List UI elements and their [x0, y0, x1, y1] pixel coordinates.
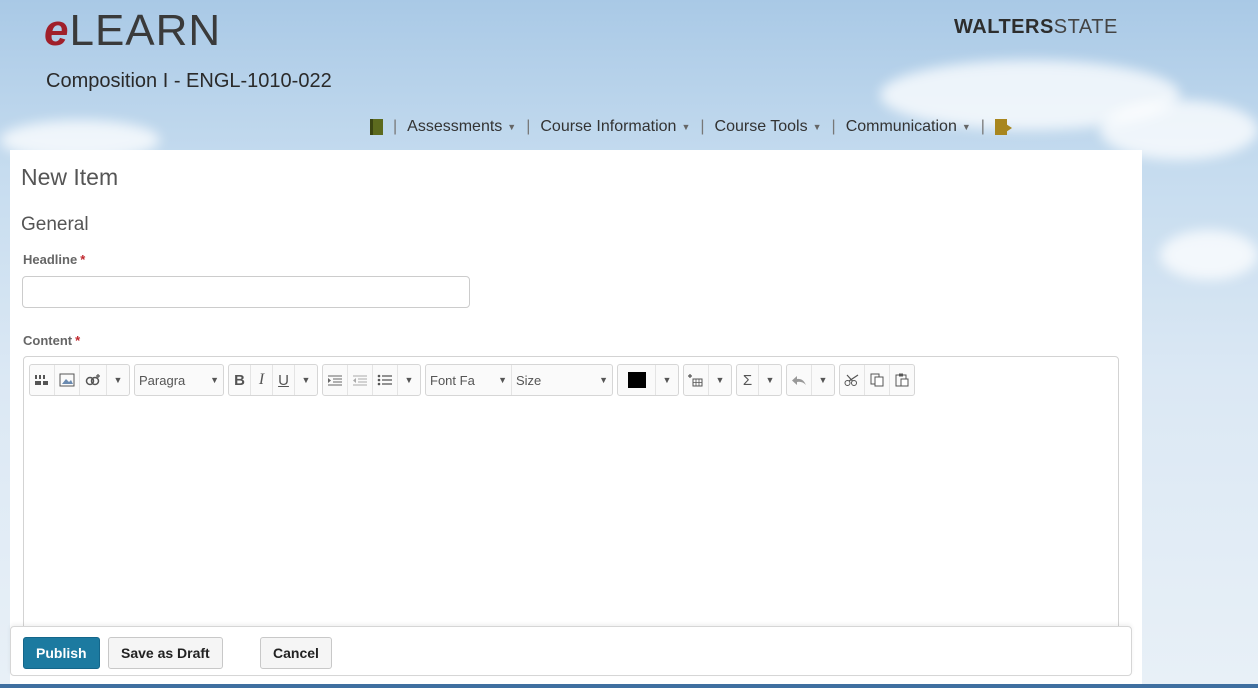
font-family-select[interactable]: Font Fa ▼ [426, 365, 512, 395]
publish-button[interactable]: Publish [23, 637, 100, 669]
undo-button[interactable] [787, 365, 812, 395]
course-title[interactable]: Composition I - ENGL-1010-022 [46, 70, 332, 93]
nav-communication[interactable]: Communication ▼ [846, 118, 971, 136]
headline-input[interactable] [22, 276, 470, 308]
site-header: eLEARN Composition I - ENGL-1010-022 WAL… [0, 0, 1258, 150]
elearn-logo[interactable]: eLEARN [44, 6, 221, 56]
book-icon[interactable] [370, 119, 383, 135]
nav-course-information[interactable]: Course Information ▼ [540, 118, 690, 136]
page-title: New Item [21, 164, 119, 190]
content-editor: ▼ Paragra ▼ B I U ▼ ▼ Font Fa ▼ Size ▼ ▼… [23, 356, 1119, 646]
insert-image-button[interactable] [55, 365, 80, 395]
table-group: ▼ [683, 364, 732, 396]
undo-group: ▼ [786, 364, 835, 396]
outdent-icon [353, 375, 367, 386]
equation-button[interactable]: Σ [737, 365, 759, 395]
chevron-down-icon: ▼ [404, 375, 414, 385]
color-swatch [627, 372, 646, 388]
chevron-down-icon: ▼ [961, 122, 971, 132]
list-dropdown[interactable]: ▼ [398, 365, 420, 395]
text-color-button[interactable] [618, 365, 656, 395]
chevron-down-icon: ▼ [301, 375, 311, 385]
main-panel: New Item General Headline * Content * ▼ Pa… [10, 150, 1142, 688]
insert-link-button[interactable] [80, 365, 107, 395]
copy-button[interactable] [865, 365, 890, 395]
color-dropdown[interactable]: ▼ [656, 365, 678, 395]
color-group: ▼ [617, 364, 679, 396]
bullet-list-button[interactable] [373, 365, 398, 395]
chevron-down-icon: ▼ [498, 375, 507, 385]
chevron-down-icon: ▼ [507, 122, 517, 132]
cloud-decoration [1160, 230, 1258, 280]
equation-group: Σ ▼ [736, 364, 782, 396]
chevron-down-icon: ▼ [599, 375, 608, 385]
taskbar-edge [0, 684, 1258, 688]
link-icon [85, 374, 100, 386]
indent-icon [328, 375, 342, 386]
cancel-button[interactable]: Cancel [260, 637, 332, 669]
font-group: Font Fa ▼ Size ▼ [425, 364, 613, 396]
save-draft-button[interactable]: Save as Draft [108, 637, 223, 669]
editor-content-area[interactable] [24, 401, 1118, 641]
headline-label: Headline * [23, 252, 86, 267]
chevron-down-icon: ▼ [812, 122, 822, 132]
bold-button[interactable]: B [229, 365, 251, 395]
paste-icon [895, 373, 909, 387]
nav-course-tools[interactable]: Course Tools ▼ [715, 118, 822, 136]
list-group: ▼ [322, 364, 421, 396]
underline-button[interactable]: U [273, 365, 295, 395]
cut-button[interactable] [840, 365, 865, 395]
paste-button[interactable] [890, 365, 914, 395]
paragraph-select[interactable]: Paragra ▼ [135, 365, 223, 395]
editor-toolbar: ▼ Paragra ▼ B I U ▼ ▼ Font Fa ▼ Size ▼ ▼… [29, 363, 919, 397]
insert-stuff-icon [35, 375, 48, 385]
chevron-down-icon: ▼ [818, 375, 828, 385]
insert-table-button[interactable] [684, 365, 709, 395]
clipboard-group [839, 364, 915, 396]
table-dropdown[interactable]: ▼ [709, 365, 731, 395]
chevron-down-icon: ▼ [210, 375, 219, 385]
chevron-down-icon: ▼ [662, 375, 672, 385]
action-bar: Publish Save as Draft Cancel [10, 626, 1132, 676]
image-icon [59, 373, 75, 387]
format-group: B I U ▼ [228, 364, 318, 396]
bullet-list-icon [377, 374, 392, 386]
chevron-down-icon: ▼ [715, 375, 725, 385]
copy-icon [870, 373, 884, 387]
undo-icon [792, 376, 806, 385]
equation-dropdown[interactable]: ▼ [759, 365, 781, 395]
course-navbar: | Assessments ▼ | Course Information ▼ | C… [370, 114, 1012, 140]
table-icon [688, 374, 703, 387]
chevron-down-icon: ▼ [765, 375, 775, 385]
walters-state-logo: WALTERSSTATE [954, 16, 1118, 38]
paragraph-group: Paragra ▼ [134, 364, 224, 396]
scissors-icon [844, 374, 859, 386]
section-title: General [21, 214, 89, 235]
italic-button[interactable]: I [251, 365, 273, 395]
nav-assessments[interactable]: Assessments ▼ [407, 118, 516, 136]
indent-button[interactable] [323, 365, 348, 395]
chevron-down-icon: ▼ [681, 122, 691, 132]
outdent-button[interactable] [348, 365, 373, 395]
insert-dropdown[interactable]: ▼ [107, 365, 129, 395]
insert-group: ▼ [29, 364, 130, 396]
content-label: Content * [23, 333, 81, 348]
font-size-select[interactable]: Size ▼ [512, 365, 612, 395]
undo-dropdown[interactable]: ▼ [812, 365, 834, 395]
chevron-down-icon: ▼ [113, 375, 123, 385]
format-dropdown[interactable]: ▼ [295, 365, 317, 395]
insert-stuff-button[interactable] [30, 365, 55, 395]
exit-door-icon[interactable] [994, 119, 1012, 135]
